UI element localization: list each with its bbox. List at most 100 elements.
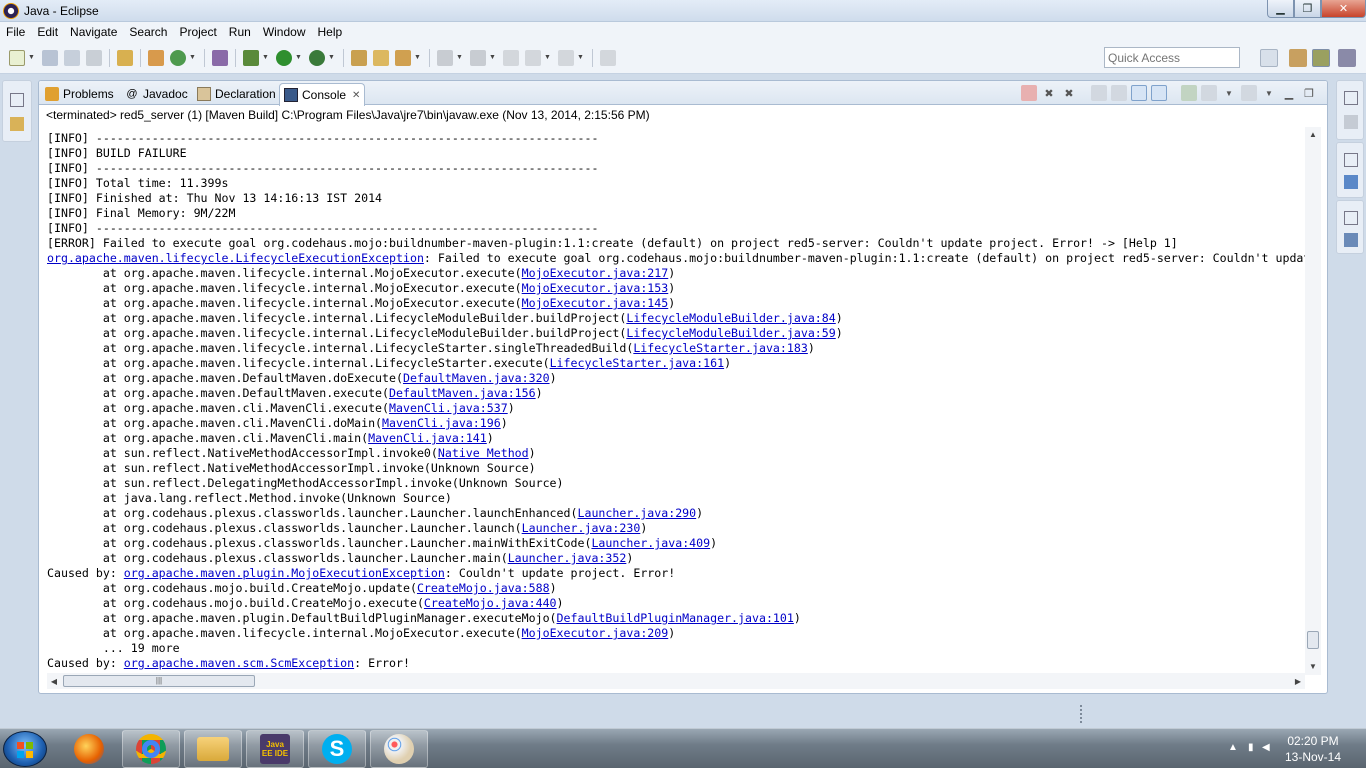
restore-icon[interactable] — [1344, 153, 1358, 167]
stacktrace-link[interactable]: MavenCli.java:537 — [389, 401, 508, 415]
next-annotation-icon[interactable] — [437, 49, 453, 66]
close-icon[interactable]: ✕ — [352, 90, 360, 101]
tab-declaration[interactable]: Declaration — [193, 83, 280, 105]
stacktrace-link[interactable]: MavenCli.java:141 — [368, 431, 487, 445]
show-hidden-icons-icon[interactable]: ▲ — [1228, 742, 1240, 754]
horizontal-scrollbar[interactable]: ◀ ||| ▶ — [47, 673, 1305, 689]
external-tools-icon[interactable] — [309, 49, 325, 66]
stacktrace-link[interactable]: DefaultMaven.java:320 — [403, 371, 550, 385]
scroll-thumb[interactable]: ||| — [63, 675, 255, 687]
menu-project[interactable]: Project — [173, 25, 222, 39]
menu-edit[interactable]: Edit — [31, 25, 64, 39]
taskbar-paint[interactable] — [370, 730, 428, 768]
scroll-right-icon[interactable]: ▶ — [1291, 673, 1305, 689]
scroll-up-icon[interactable]: ▲ — [1305, 127, 1321, 141]
previous-annotation-icon[interactable] — [470, 49, 486, 66]
stacktrace-link[interactable]: LifecycleStarter.java:183 — [633, 341, 808, 355]
tab-problems[interactable]: Problems — [41, 83, 118, 105]
stacktrace-link[interactable]: LifecycleModuleBuilder.java:59 — [626, 326, 835, 340]
tab-javadoc[interactable]: @ Javadoc — [121, 83, 192, 105]
chevron-down-icon[interactable]: ▼ — [262, 54, 269, 61]
stacktrace-link[interactable]: Launcher.java:230 — [522, 521, 641, 535]
menu-file[interactable]: File — [0, 25, 31, 39]
new-package-icon[interactable] — [148, 49, 164, 66]
maximize-view-icon[interactable]: ❐ — [1301, 85, 1317, 101]
stacktrace-link[interactable]: Native Method — [438, 446, 529, 460]
network-icon[interactable]: ▮ — [1248, 742, 1260, 754]
save-icon[interactable] — [42, 49, 58, 66]
open-console-icon[interactable] — [1241, 85, 1257, 101]
remove-all-terminated-icon[interactable]: ✖ — [1061, 85, 1077, 101]
vertical-scrollbar[interactable]: ▲ ▼ — [1305, 127, 1321, 675]
stacktrace-link[interactable]: Launcher.java:352 — [508, 551, 627, 565]
outline-icon[interactable] — [1344, 175, 1358, 189]
stacktrace-link[interactable]: LifecycleModuleBuilder.java:84 — [626, 311, 835, 325]
chevron-down-icon[interactable]: ▼ — [328, 54, 335, 61]
taskbar-explorer[interactable] — [184, 730, 242, 768]
back-icon[interactable] — [525, 49, 541, 66]
taskbar-eclipse[interactable]: Java EE IDE — [246, 730, 304, 768]
chevron-down-icon[interactable]: ▼ — [456, 54, 463, 61]
new-class-icon[interactable] — [170, 49, 186, 66]
menu-search[interactable]: Search — [123, 25, 173, 39]
taskbar-firefox[interactable] — [60, 730, 118, 768]
task-list-icon[interactable] — [1344, 115, 1358, 129]
show-on-stderr-icon[interactable] — [1151, 85, 1167, 101]
last-edit-icon[interactable] — [503, 49, 519, 66]
scroll-down-icon[interactable]: ▼ — [1305, 659, 1321, 673]
scroll-thumb[interactable] — [1307, 631, 1319, 649]
minimize-button[interactable]: ▁ — [1267, 0, 1294, 18]
tab-console[interactable]: Console ✕ — [279, 83, 366, 106]
start-button[interactable] — [3, 731, 47, 767]
display-console-icon[interactable] — [1201, 85, 1217, 101]
restore-icon[interactable] — [1344, 91, 1358, 105]
forward-icon[interactable] — [558, 49, 574, 66]
taskbar-skype[interactable]: S — [308, 730, 366, 768]
build-icon[interactable] — [117, 49, 133, 66]
stacktrace-link[interactable]: org.apache.maven.lifecycle.LifecycleExec… — [47, 251, 424, 265]
pin-editor-icon[interactable] — [600, 49, 616, 66]
java-ee-perspective-icon[interactable] — [1289, 49, 1307, 67]
chevron-down-icon[interactable]: ▼ — [1221, 85, 1237, 101]
skip-breakpoints-icon[interactable] — [212, 49, 228, 66]
chevron-down-icon[interactable]: ▼ — [189, 54, 196, 61]
stacktrace-link[interactable]: Launcher.java:290 — [577, 506, 696, 520]
volume-icon[interactable]: ◀ — [1262, 742, 1274, 754]
open-perspective-icon[interactable] — [1260, 49, 1278, 67]
chevron-down-icon[interactable]: ▼ — [28, 54, 35, 61]
close-button[interactable]: ✕ — [1321, 0, 1366, 18]
menu-run[interactable]: Run — [223, 25, 257, 39]
debug-icon[interactable] — [243, 49, 259, 66]
open-type-icon[interactable] — [351, 49, 367, 66]
quick-access-input[interactable] — [1104, 47, 1240, 68]
open-task-icon[interactable] — [373, 49, 389, 66]
restore-icon[interactable] — [1344, 211, 1358, 225]
java-perspective-icon[interactable] — [1312, 49, 1330, 67]
scroll-lock-icon[interactable] — [1111, 85, 1127, 101]
debug-perspective-icon[interactable] — [1338, 49, 1356, 67]
minimize-view-icon[interactable]: ▁ — [1281, 85, 1297, 101]
stacktrace-link[interactable]: org.apache.maven.scm.ScmException — [124, 656, 354, 670]
stacktrace-link[interactable]: CreateMojo.java:440 — [424, 596, 557, 610]
taskbar-clock[interactable]: 02:20 PM 13-Nov-14 — [1278, 733, 1348, 765]
save-all-icon[interactable] — [64, 49, 80, 66]
run-icon[interactable] — [276, 49, 292, 66]
maximize-button[interactable]: ❐ — [1294, 0, 1321, 18]
scroll-left-icon[interactable]: ◀ — [47, 673, 61, 689]
chevron-down-icon[interactable]: ▼ — [414, 54, 421, 61]
remove-launch-icon[interactable]: ✖ — [1041, 85, 1057, 101]
new-icon[interactable] — [9, 49, 25, 66]
stacktrace-link[interactable]: LifecycleStarter.java:161 — [550, 356, 725, 370]
stacktrace-link[interactable]: Launcher.java:409 — [591, 536, 710, 550]
search-icon[interactable] — [395, 49, 411, 66]
menu-window[interactable]: Window — [257, 25, 312, 39]
print-icon[interactable] — [86, 49, 102, 66]
stacktrace-link[interactable]: MavenCli.java:196 — [382, 416, 501, 430]
chevron-down-icon[interactable]: ▼ — [577, 54, 584, 61]
stacktrace-link[interactable]: org.apache.maven.plugin.MojoExecutionExc… — [124, 566, 445, 580]
terminate-icon[interactable] — [1021, 85, 1037, 101]
menu-help[interactable]: Help — [312, 25, 349, 39]
stacktrace-link[interactable]: DefaultBuildPluginManager.java:101 — [557, 611, 794, 625]
servers-icon[interactable] — [1344, 233, 1358, 247]
chevron-down-icon[interactable]: ▼ — [489, 54, 496, 61]
